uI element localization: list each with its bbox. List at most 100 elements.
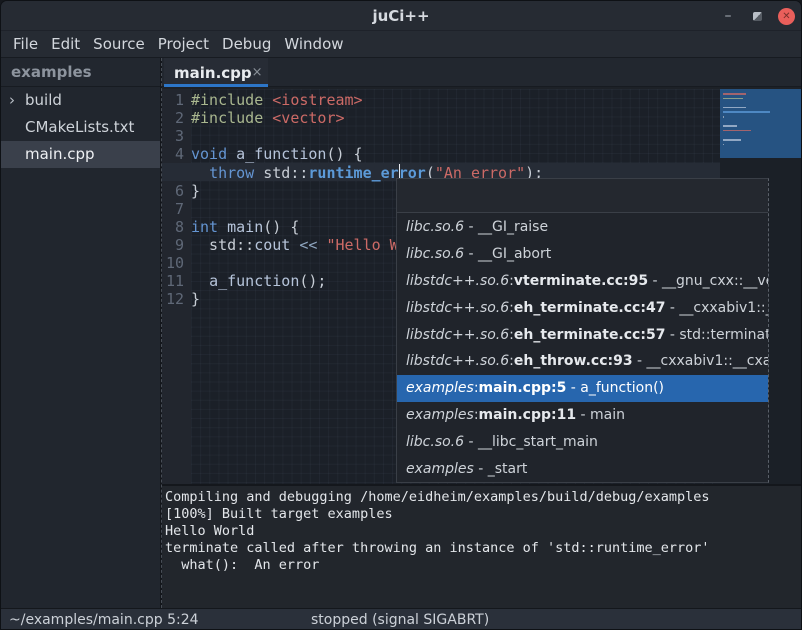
menu-bar: File Edit Source Project Debug Window xyxy=(1,31,801,58)
code-token: a_function xyxy=(209,272,299,290)
tree-item-label: CMakeLists.txt xyxy=(25,114,134,141)
backtrace-file-line: eh_throw.cc:93 xyxy=(514,353,633,369)
backtrace-item[interactable]: libc.so.6 - __libc_start_main xyxy=(397,429,768,456)
backtrace-symbol: - _start xyxy=(474,461,528,477)
code-token: "Hello W xyxy=(326,236,398,254)
backtrace-item[interactable]: libstdc++.so.6:vterminate.cc:95 - __gnu_… xyxy=(397,268,768,295)
code-token: () { xyxy=(326,145,362,163)
backtrace-lib: libstdc++.so.6 xyxy=(406,353,509,369)
code-token xyxy=(218,218,227,236)
backtrace-lib: examples xyxy=(406,461,474,477)
backtrace-item[interactable]: examples:main.cpp:5 - a_function() xyxy=(397,375,768,402)
terminal-line: what(): An error xyxy=(165,557,802,574)
window-title: juCi++ xyxy=(1,1,801,31)
tab-main-cpp[interactable]: main.cpp × xyxy=(164,58,268,87)
backtrace-list: libc.so.6 - __GI_raiselibc.so.6 - __GI_a… xyxy=(397,214,768,483)
code-line[interactable]: } xyxy=(191,290,200,308)
backtrace-file-line: eh_terminate.cc:47 xyxy=(514,300,666,316)
chevron-right-icon[interactable]: › xyxy=(9,87,15,114)
backtrace-symbol: - __gnu_cxx::__verbose_terminate_handler… xyxy=(648,273,768,289)
terminal-line: [100%] Built target examples xyxy=(165,506,802,523)
backtrace-item[interactable]: libstdc++.so.6:eh_terminate.cc:57 - std:… xyxy=(397,322,768,349)
line-number: 4 xyxy=(175,145,184,163)
minimap-line xyxy=(723,116,724,118)
menu-window[interactable]: Window xyxy=(284,33,343,55)
code-line[interactable]: #include <vector> xyxy=(191,109,345,127)
backtrace-lib: libstdc++.so.6 xyxy=(406,300,509,316)
code-token: throw xyxy=(209,164,254,182)
code-token: a_function xyxy=(236,145,326,163)
backtrace-symbol: - __cxxabiv1::__cxa_throw xyxy=(633,353,768,369)
code-line[interactable]: std::cout << "Hello W xyxy=(191,236,399,254)
line-number: 2 xyxy=(175,109,184,127)
active-tab-indicator xyxy=(164,84,268,87)
backtrace-lib: libc.so.6 xyxy=(406,246,464,262)
menu-file[interactable]: File xyxy=(13,33,38,55)
code-line[interactable]: #include <iostream> xyxy=(191,91,363,109)
code-token: void xyxy=(191,145,227,163)
tab-label: main.cpp xyxy=(164,64,252,82)
tree-item-label: main.cpp xyxy=(25,141,95,168)
header-strip: examples main.cpp × xyxy=(1,58,801,87)
code-line[interactable]: void a_function() { xyxy=(191,145,363,163)
backtrace-item[interactable]: libstdc++.so.6:eh_throw.cc:93 - __cxxabi… xyxy=(397,348,768,375)
minimap-line xyxy=(723,144,724,146)
window-controls: – ✕ xyxy=(719,1,795,31)
code-token: << xyxy=(299,236,317,254)
backtrace-filter-input[interactable] xyxy=(397,179,768,213)
line-number: 8 xyxy=(175,218,184,236)
tab-close-icon[interactable]: × xyxy=(252,65,272,80)
menu-edit[interactable]: Edit xyxy=(51,33,80,55)
backtrace-lib: libc.so.6 xyxy=(406,219,464,235)
code-token xyxy=(227,145,236,163)
close-button[interactable]: ✕ xyxy=(778,8,795,25)
menu-project[interactable]: Project xyxy=(158,33,209,55)
menu-source[interactable]: Source xyxy=(93,33,145,55)
code-token: <vector> xyxy=(272,109,344,127)
backtrace-item[interactable]: libstdc++.so.6:eh_terminate.cc:47 - __cx… xyxy=(397,295,768,322)
backtrace-item[interactable]: examples:main.cpp:11 - main xyxy=(397,402,768,429)
code-token: #include xyxy=(191,109,272,127)
code-token: } xyxy=(191,182,200,200)
code-token: () { xyxy=(263,218,299,236)
minimap-line xyxy=(723,111,770,113)
backtrace-lib: examples xyxy=(406,407,474,423)
line-number: 12 xyxy=(166,290,184,308)
backtrace-item[interactable]: libc.so.6 - __GI_raise xyxy=(397,214,768,241)
backtrace-symbol: - std::terminate() xyxy=(665,327,768,343)
line-number: 3 xyxy=(175,127,184,145)
terminal-line: Compiling and debugging /home/eidheim/ex… xyxy=(165,489,802,506)
tree-item-CMakeLists.txt[interactable]: CMakeLists.txt xyxy=(1,114,161,141)
minimap-line xyxy=(723,130,751,132)
tree-item-build[interactable]: ›build xyxy=(1,87,161,114)
minimap-line xyxy=(723,139,741,141)
code-token xyxy=(191,272,209,290)
minimap-line xyxy=(723,125,737,127)
terminal-line: terminate called after throwing an insta… xyxy=(165,540,802,557)
minimap-line xyxy=(723,107,746,109)
line-number: 11 xyxy=(166,272,184,290)
minimize-button[interactable]: – xyxy=(719,1,737,31)
code-line[interactable]: a_function(); xyxy=(191,272,326,290)
terminal-output[interactable]: Compiling and debugging /home/eidheim/ex… xyxy=(162,486,802,608)
title-bar[interactable]: juCi++ – ✕ xyxy=(1,1,801,31)
backtrace-item[interactable]: libc.so.6 - __GI_abort xyxy=(397,241,768,268)
menu-debug[interactable]: Debug xyxy=(222,33,271,55)
line-number: 6 xyxy=(175,182,184,200)
code-line[interactable]: int main() { xyxy=(191,218,299,236)
status-file-location: ~/examples/main.cpp 5:24 xyxy=(9,609,199,630)
backtrace-popup: libc.so.6 - __GI_raiselibc.so.6 - __GI_a… xyxy=(396,178,769,483)
maximize-button[interactable] xyxy=(753,12,762,21)
minimap-viewport[interactable] xyxy=(720,89,802,158)
code-line[interactable]: } xyxy=(191,182,200,200)
backtrace-item[interactable]: examples - _start xyxy=(397,456,768,483)
juci-window: juCi++ – ✕ File Edit Source Project Debug Win… xyxy=(0,0,802,630)
backtrace-file-line: main.cpp:11 xyxy=(479,407,577,423)
terminal-line: Hello World xyxy=(165,523,802,540)
line-number: 9 xyxy=(175,236,184,254)
backtrace-symbol: - __GI_abort xyxy=(464,246,551,262)
code-token: std:: xyxy=(191,236,254,254)
code-token: #include xyxy=(191,91,272,109)
backtrace-symbol: - a_function() xyxy=(566,380,664,396)
tree-item-main.cpp[interactable]: main.cpp xyxy=(1,141,161,168)
